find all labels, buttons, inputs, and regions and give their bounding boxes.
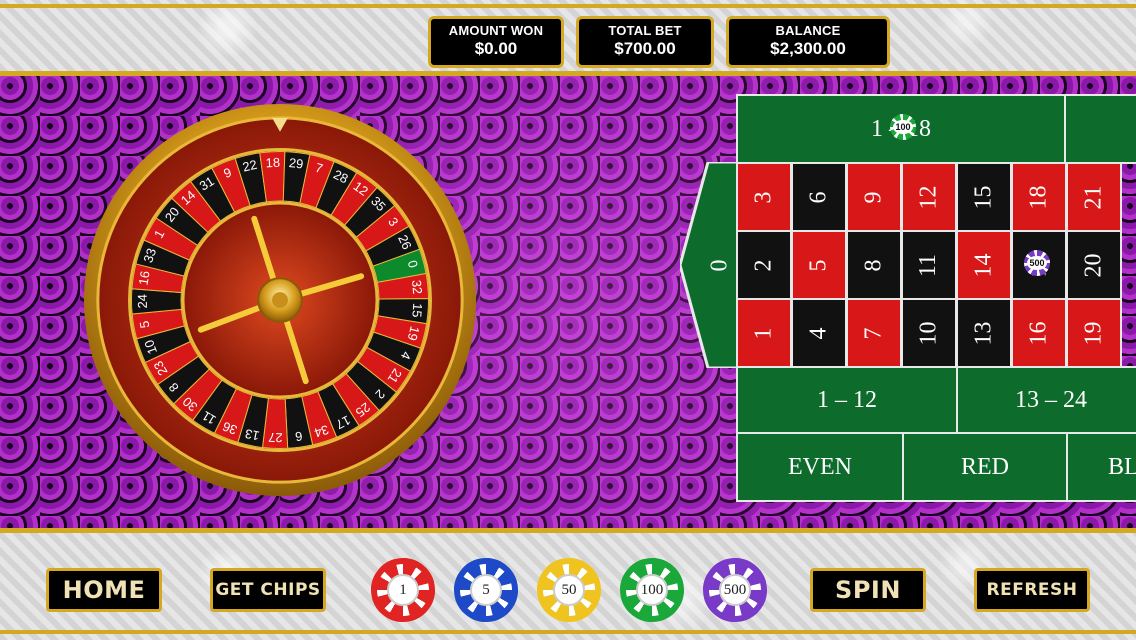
number-cell-13[interactable]: 13: [956, 298, 1012, 368]
dozen-1-label: 1 – 12: [817, 386, 877, 413]
home-label: HOME: [62, 576, 146, 604]
amount-won-label: AMOUNT WON: [448, 23, 544, 38]
number-cell-21[interactable]: 21: [1066, 162, 1122, 232]
number-label: 13: [970, 321, 997, 345]
number-cell-9[interactable]: 9: [846, 162, 902, 232]
number-cell-5[interactable]: 5: [791, 230, 847, 300]
number-label: 5: [805, 259, 832, 271]
number-cell-15[interactable]: 15: [956, 162, 1012, 232]
chip-5-label: 5: [470, 574, 502, 606]
number-label: 18: [1025, 185, 1052, 209]
dozen-2-label: 13 – 24: [1015, 386, 1087, 413]
top-bar: [0, 0, 1136, 76]
number-label: 6: [805, 191, 832, 203]
even-label: EVEN: [788, 453, 852, 480]
home-button[interactable]: HOME: [46, 568, 162, 612]
number-cell-14[interactable]: 14: [956, 230, 1012, 300]
wheel-number: 16: [136, 270, 153, 287]
number-label: 11: [915, 253, 942, 277]
wheel-number: 24: [135, 294, 150, 308]
total-bet-label: TOTAL BET: [608, 23, 682, 38]
number-cell-3[interactable]: 3: [736, 162, 792, 232]
wheel-number: 13: [244, 426, 261, 444]
number-cell-12[interactable]: 12: [901, 162, 957, 232]
chip-500[interactable]: 500: [703, 558, 767, 622]
wheel-number: 18: [265, 155, 280, 171]
chip-500-label: 500: [719, 574, 751, 606]
chip-1[interactable]: 1: [371, 558, 435, 622]
chip-1-label: 1: [387, 574, 419, 606]
amount-won-box: AMOUNT WON $0.00: [428, 16, 564, 68]
roulette-wheel: 0321519421225173462713361130823105241633…: [83, 103, 477, 497]
number-label: 16: [1025, 321, 1052, 345]
placed-chip-100[interactable]: 100: [890, 114, 916, 140]
number-cell-2[interactable]: 2: [736, 230, 792, 300]
chip-50[interactable]: 50: [537, 558, 601, 622]
total-bet-box: TOTAL BET $700.00: [576, 16, 714, 68]
refresh-button[interactable]: REFRESH: [974, 568, 1090, 612]
number-cell-8[interactable]: 8: [846, 230, 902, 300]
number-label: 14: [970, 253, 997, 277]
zero-label: 0: [706, 259, 733, 271]
bet-even[interactable]: EVEN: [736, 432, 904, 502]
wheel-number: 27: [268, 430, 283, 445]
number-cell-19[interactable]: 19: [1066, 298, 1122, 368]
number-label: 3: [750, 191, 777, 203]
number-cell-18[interactable]: 18: [1011, 162, 1067, 232]
amount-won-value: $0.00: [474, 39, 518, 58]
number-label: 1: [750, 327, 777, 339]
chip-50-label: 50: [553, 574, 585, 606]
number-label: 15: [970, 185, 997, 209]
number-label: 7: [860, 327, 887, 339]
bet-dozen-2[interactable]: 13 – 24: [956, 366, 1136, 434]
black-label: BL: [1108, 453, 1136, 480]
number-label: 19: [1080, 321, 1107, 345]
bet-dozen-1[interactable]: 1 – 12: [736, 366, 958, 434]
total-bet-value: $700.00: [614, 39, 676, 58]
placed-chip-500[interactable]: 500: [1024, 250, 1050, 276]
balance-box: BALANCE $2,300.00: [726, 16, 890, 68]
number-label: 9: [860, 191, 887, 203]
bet-red[interactable]: RED: [902, 432, 1068, 502]
bet-black[interactable]: BL: [1066, 432, 1136, 502]
number-label: 4: [805, 327, 832, 339]
wheel-number: 32: [409, 279, 425, 295]
number-label: 21: [1080, 185, 1107, 209]
number-cell-20[interactable]: 20: [1066, 230, 1122, 300]
spin-label: SPIN: [835, 576, 901, 604]
betting-table: 0 1 – 18 3691215182125811141720147101316…: [680, 94, 1136, 502]
number-label: 8: [860, 259, 887, 271]
number-label: 20: [1080, 253, 1107, 277]
red-label: RED: [961, 453, 1009, 480]
number-cell-16[interactable]: 16: [1011, 298, 1067, 368]
number-cell-4[interactable]: 4: [791, 298, 847, 368]
number-cell-10[interactable]: 10: [901, 298, 957, 368]
balance-label: BALANCE: [775, 23, 841, 38]
spin-button[interactable]: SPIN: [810, 568, 926, 612]
bet-next-top[interactable]: [1064, 94, 1136, 164]
number-label: 2: [750, 259, 777, 271]
number-label: 12: [915, 185, 942, 209]
number-label: 10: [915, 321, 942, 345]
zero-cell[interactable]: 0: [700, 232, 740, 298]
refresh-label: REFRESH: [986, 580, 1078, 600]
number-cell-6[interactable]: 6: [791, 162, 847, 232]
chip-100-label: 100: [636, 574, 668, 606]
chip-100[interactable]: 100: [620, 558, 684, 622]
number-cell-1[interactable]: 1: [736, 298, 792, 368]
get-chips-label: GET CHIPS: [215, 580, 321, 600]
get-chips-button[interactable]: GET CHIPS: [210, 568, 326, 612]
number-cell-11[interactable]: 11: [901, 230, 957, 300]
wheel-number: 15: [409, 303, 425, 318]
chip-5[interactable]: 5: [454, 558, 518, 622]
number-cell-7[interactable]: 7: [846, 298, 902, 368]
balance-value: $2,300.00: [770, 39, 846, 58]
wheel-number: 29: [288, 155, 304, 172]
